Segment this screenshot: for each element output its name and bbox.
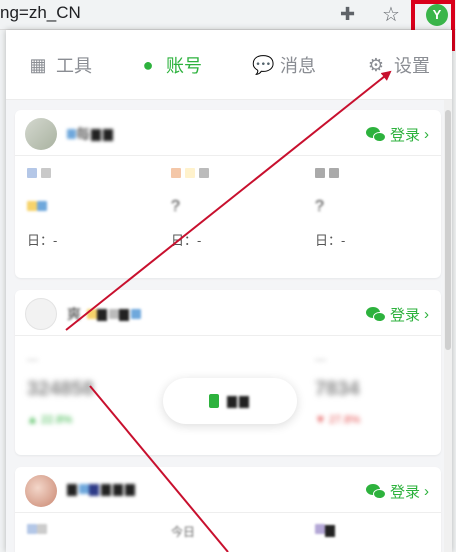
- account-stats: 日：- ? 日：- ? 日：-: [15, 168, 441, 268]
- tab-messages-label: 消息: [280, 56, 316, 76]
- tab-bar: ▦ 工具 ● 账号 💬 消息 ⚙ 设置: [6, 30, 452, 100]
- stat-column: ? 日：-: [315, 168, 452, 268]
- stat-value: ?: [171, 198, 180, 215]
- stat-value: ?: [315, 198, 324, 215]
- tab-tools[interactable]: ▦ 工具: [28, 52, 92, 78]
- stat-label: 今日: [171, 525, 196, 539]
- avatar: [25, 475, 57, 507]
- puzzle-extensions-icon[interactable]: ✚: [340, 4, 355, 25]
- day-label: 日：-: [315, 233, 346, 248]
- chevron-right-icon: ›: [424, 126, 429, 143]
- extension-popup: ▦ 工具 ● 账号 💬 消息 ⚙ 设置 每 登录 › 日：- ? 日：- ? 日…: [6, 30, 452, 552]
- scrollbar-thumb[interactable]: [445, 110, 451, 350]
- user-icon: ●: [142, 54, 154, 75]
- tab-account[interactable]: ● 账号: [138, 52, 202, 78]
- stat-column: 日：-: [27, 168, 167, 268]
- login-label: 登录: [389, 307, 420, 324]
- login-button[interactable]: 登录 ›: [365, 481, 429, 502]
- status-icon: [209, 394, 219, 408]
- stat-column: ? 日：-: [171, 168, 311, 268]
- login-button[interactable]: 登录 ›: [365, 304, 429, 325]
- day-label: 日：-: [171, 233, 202, 248]
- account-card: 每 登录 › 日：- ? 日：- ? 日：-: [15, 110, 441, 278]
- stat-change: ▼ 27.8%: [315, 414, 361, 426]
- login-label: 登录: [389, 484, 420, 501]
- stat-labels-row: 今日: [27, 523, 427, 547]
- account-card: 登录 › 今日: [15, 467, 441, 552]
- wechat-icon: [365, 306, 386, 323]
- account-name: 爽: [67, 304, 141, 324]
- day-label: 日：-: [27, 233, 58, 248]
- tab-settings[interactable]: ⚙ 设置: [366, 52, 430, 78]
- login-label: 登录: [389, 127, 420, 144]
- tab-account-label: 账号: [166, 56, 202, 76]
- tab-messages[interactable]: 💬 消息: [252, 52, 316, 78]
- account-name: [67, 481, 137, 497]
- account-name: 每: [67, 124, 115, 144]
- login-button[interactable]: 登录 ›: [365, 124, 429, 145]
- bookmark-star-icon[interactable]: ☆: [382, 2, 400, 27]
- wechat-icon: [365, 126, 386, 143]
- address-bar-text[interactable]: ng=zh_CN: [0, 3, 81, 23]
- account-card-header: 登录 ›: [15, 467, 441, 513]
- wechat-icon: [365, 483, 386, 500]
- stat-change: ▲ 22.8%: [27, 414, 73, 426]
- stat-column: — 324858 ▲ 22.8%: [27, 354, 94, 426]
- tab-settings-label: 设置: [394, 56, 430, 76]
- stat-value: 7834: [315, 378, 360, 400]
- gear-icon: ⚙: [367, 54, 385, 75]
- scrollbar[interactable]: [444, 100, 452, 552]
- account-card-header: 每 登录 ›: [15, 110, 441, 156]
- grid-icon: ▦: [29, 54, 47, 75]
- floating-action-button[interactable]: [163, 378, 297, 424]
- account-card-header: 爽 登录 ›: [15, 290, 441, 336]
- tab-tools-label: 工具: [56, 56, 92, 76]
- account-card: 爽 登录 › — 324858 ▲ 22.8% — 7834 ▼ 27.8%: [15, 290, 441, 455]
- stat-value: [27, 198, 47, 216]
- chat-bubble-icon: 💬: [252, 54, 275, 75]
- stat-column: — 7834 ▼ 27.8%: [315, 354, 361, 426]
- avatar: [25, 118, 57, 150]
- chevron-right-icon: ›: [424, 483, 429, 500]
- chevron-right-icon: ›: [424, 306, 429, 323]
- avatar: [25, 298, 57, 330]
- browser-toolbar: ng=zh_CN ✚ ☆ Y: [0, 0, 456, 30]
- stat-value: 324858: [27, 378, 94, 400]
